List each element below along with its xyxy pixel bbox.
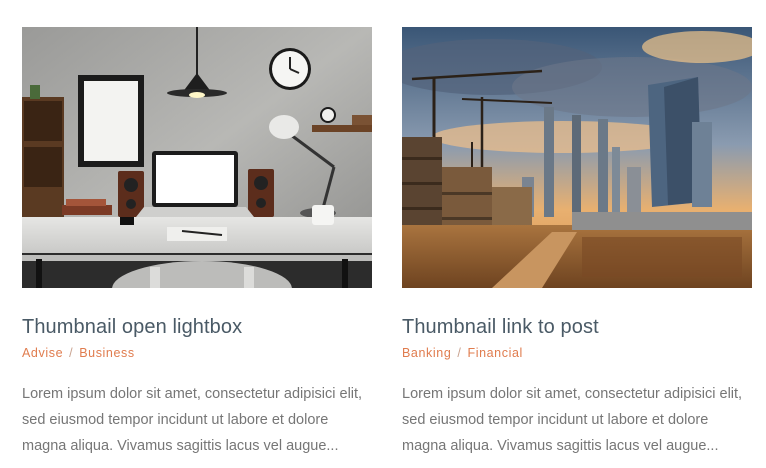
excerpt-line: Lorem ipsum dolor sit amet, consectetur … xyxy=(22,386,363,402)
post-thumbnail-link[interactable] xyxy=(402,27,752,288)
excerpt-line: sed eiusmod tempor incidunt ut labore et… xyxy=(22,412,329,428)
category-link-business[interactable]: Business xyxy=(79,346,135,360)
category-separator: / xyxy=(69,346,74,360)
workspace-photo xyxy=(22,27,372,288)
excerpt-line: Lorem ipsum dolor sit amet, consectetur … xyxy=(402,386,743,402)
excerpt-line: magna aliqua. Vivamus sagittis lacus vel… xyxy=(402,438,719,454)
city-construction-photo xyxy=(402,27,752,288)
post-title[interactable]: Thumbnail open lightbox xyxy=(22,315,372,339)
post-card-link: Thumbnail link to post Banking / Financial… xyxy=(402,27,752,459)
post-excerpt: Lorem ipsum dolor sit amet, consectetur … xyxy=(402,381,754,459)
category-link-financial[interactable]: Financial xyxy=(467,346,522,360)
post-excerpt: Lorem ipsum dolor sit amet, consectetur … xyxy=(22,381,374,459)
post-card-lightbox: Thumbnail open lightbox Advise / Business … xyxy=(22,27,372,459)
post-title[interactable]: Thumbnail link to post xyxy=(402,315,752,339)
category-link-banking[interactable]: Banking xyxy=(402,346,451,360)
post-categories: Banking / Financial xyxy=(402,345,752,361)
excerpt-line: sed eiusmod tempor incidunt ut labore et… xyxy=(402,412,709,428)
post-categories: Advise / Business xyxy=(22,345,372,361)
post-thumbnail-lightbox[interactable] xyxy=(22,27,372,288)
category-separator: / xyxy=(457,346,462,360)
category-link-advise[interactable]: Advise xyxy=(22,346,63,360)
excerpt-line: magna aliqua. Vivamus sagittis lacus vel… xyxy=(22,438,339,454)
